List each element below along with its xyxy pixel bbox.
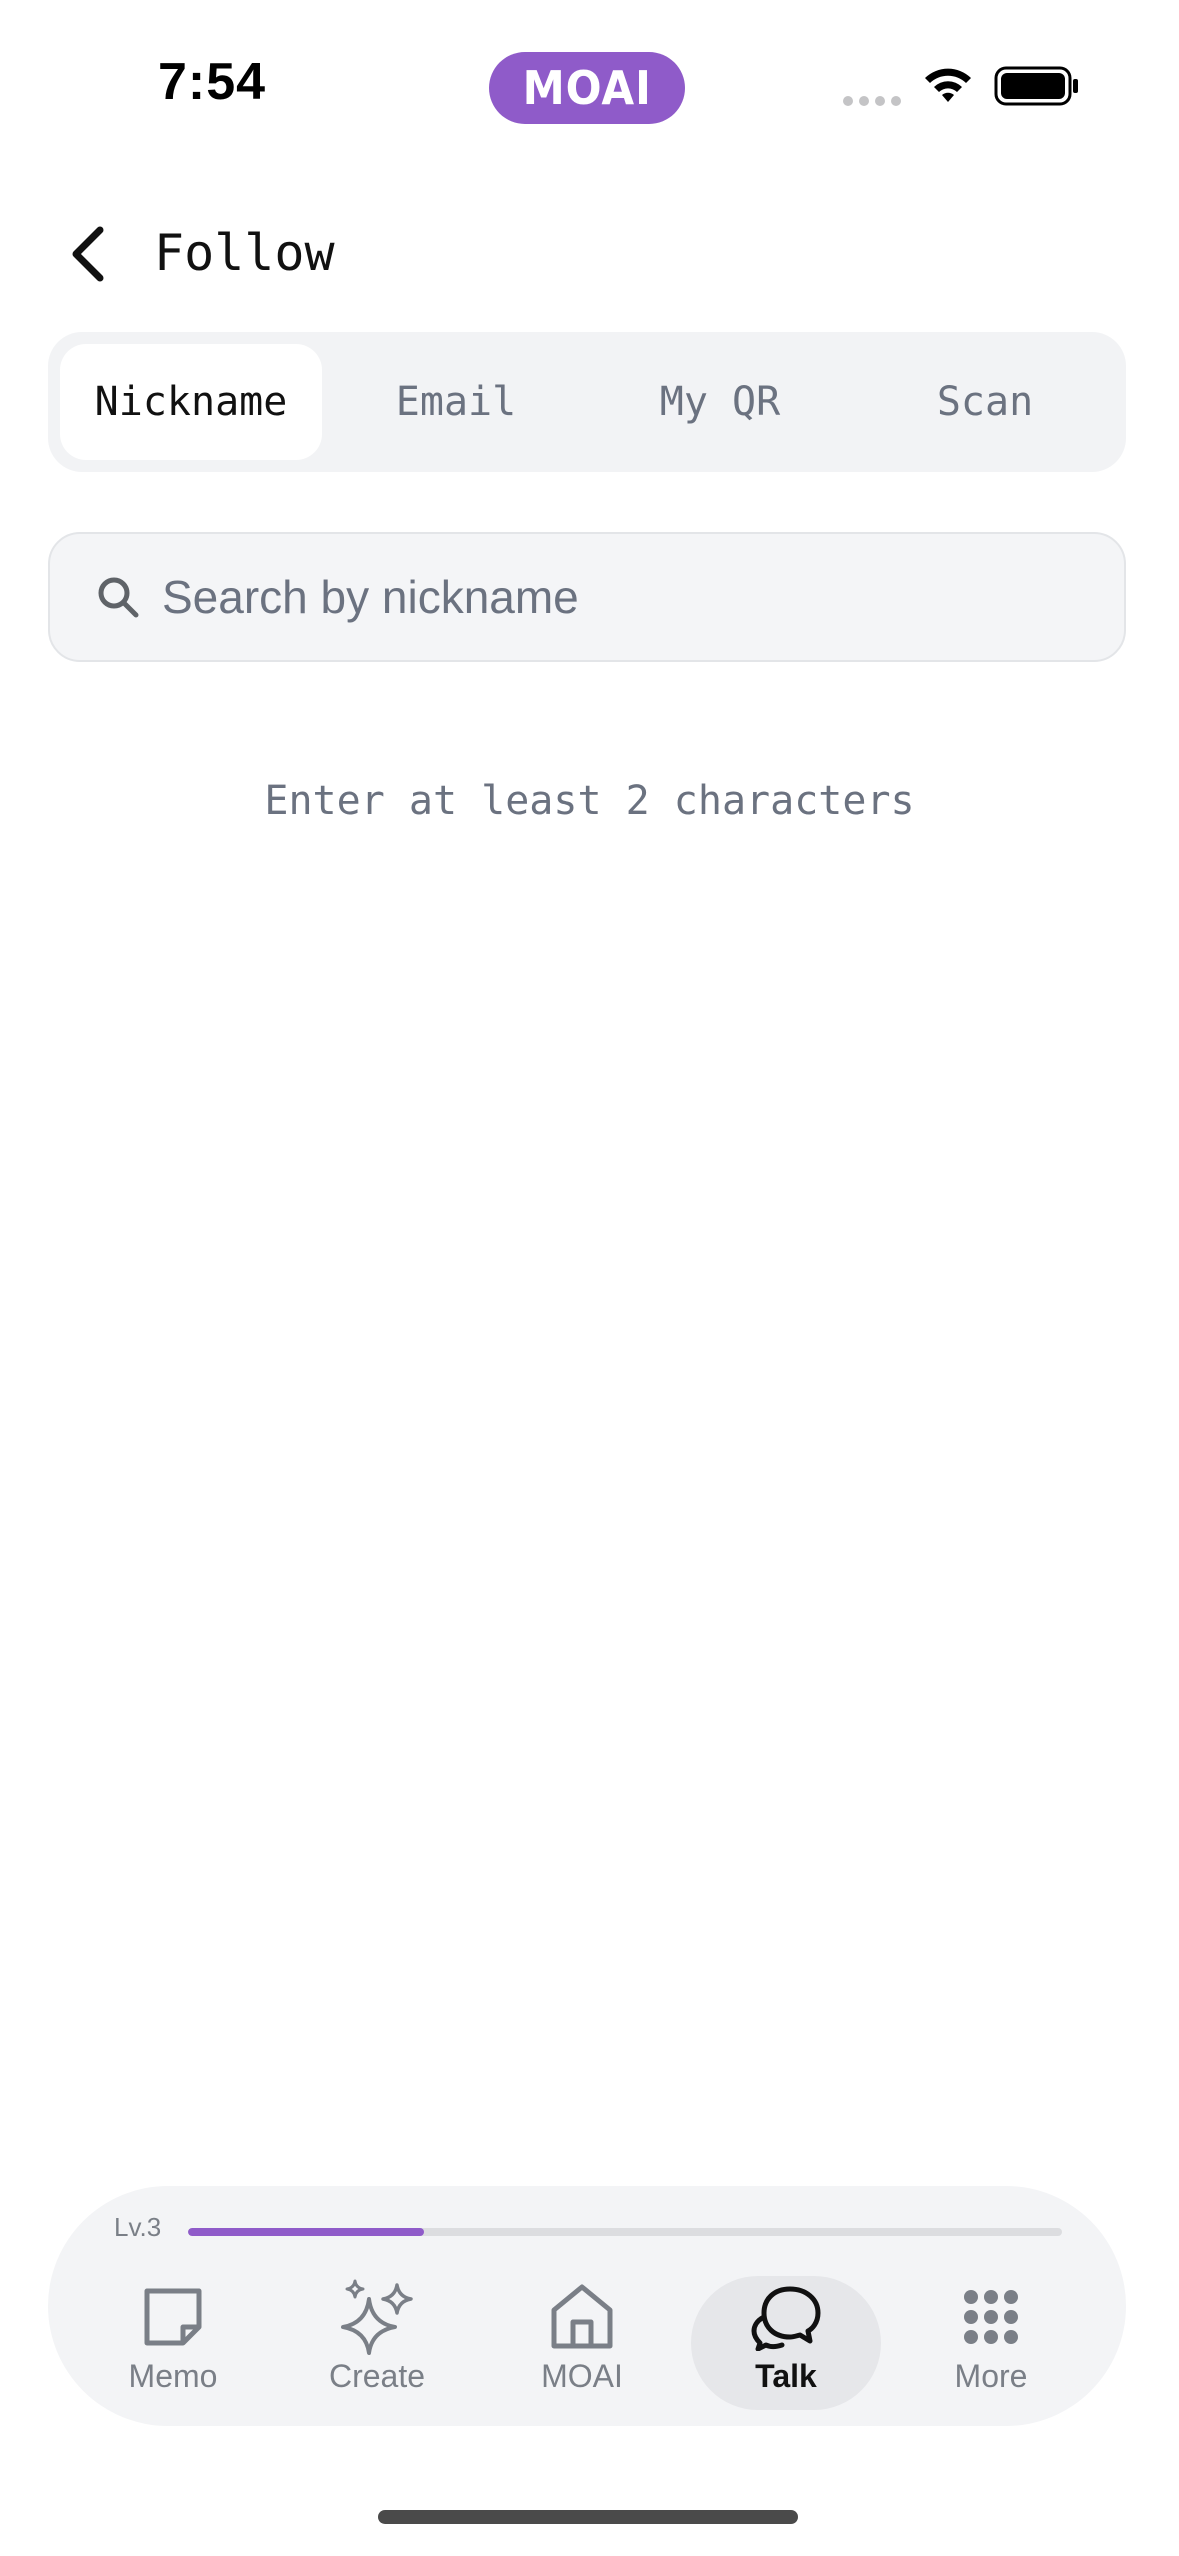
level-progress-bar bbox=[188, 2228, 1062, 2236]
nav-item-memo[interactable]: Memo bbox=[78, 2276, 268, 2410]
search-icon bbox=[94, 573, 142, 621]
level-label: Lv.3 bbox=[114, 2212, 162, 2242]
search-box[interactable] bbox=[48, 532, 1126, 662]
dynamic-island-badge: MOAI bbox=[489, 52, 685, 124]
status-time: 7:54 bbox=[158, 53, 267, 111]
search-input[interactable] bbox=[160, 569, 1064, 625]
grid-dots-icon bbox=[963, 2278, 1019, 2356]
island-logo-text: MOAI bbox=[522, 61, 652, 115]
nav-label-create: Create bbox=[328, 2358, 426, 2394]
level-progress-fill bbox=[188, 2228, 424, 2236]
nav-item-create[interactable]: Create bbox=[282, 2276, 472, 2410]
nav-item-more[interactable]: More bbox=[896, 2276, 1086, 2410]
back-button[interactable] bbox=[60, 222, 116, 286]
sparkle-icon bbox=[337, 2278, 417, 2356]
nav-label-moai: MOAI bbox=[541, 2358, 623, 2394]
bottom-nav: Lv.3 Memo Create MOAI Talk More bbox=[48, 2186, 1126, 2426]
tab-email[interactable]: Email bbox=[325, 344, 587, 460]
nav-item-moai[interactable]: MOAI bbox=[487, 2276, 677, 2410]
tab-scan[interactable]: Scan bbox=[854, 344, 1116, 460]
tab-nickname[interactable]: Nickname bbox=[60, 344, 322, 460]
nav-item-talk[interactable]: Talk bbox=[691, 2276, 881, 2410]
home-icon bbox=[549, 2278, 615, 2356]
nav-label-memo: Memo bbox=[128, 2358, 218, 2394]
battery-icon bbox=[994, 66, 1078, 106]
nav-label-more: More bbox=[954, 2358, 1028, 2394]
page-title: Follow bbox=[154, 224, 335, 282]
follow-method-tabs: Nickname Email My QR Scan bbox=[48, 332, 1126, 472]
chat-bubbles-icon bbox=[750, 2278, 822, 2356]
cellular-signal-icon bbox=[843, 96, 901, 106]
search-hint-text: Enter at least 2 characters bbox=[264, 778, 915, 824]
nav-label-talk: Talk bbox=[755, 2358, 817, 2394]
home-indicator[interactable] bbox=[378, 2510, 798, 2524]
chevron-left-icon bbox=[72, 226, 104, 282]
wifi-icon bbox=[925, 68, 971, 102]
memo-icon bbox=[141, 2278, 205, 2356]
tab-my-qr[interactable]: My QR bbox=[589, 344, 851, 460]
